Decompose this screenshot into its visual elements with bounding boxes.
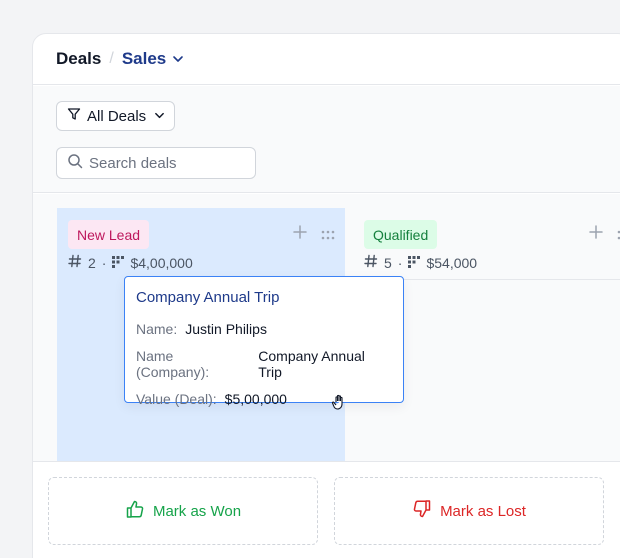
deal-title[interactable]: Company Annual Trip [136, 289, 392, 306]
column-meta: 5 · $54,000 [364, 254, 477, 271]
meta-separator: · [397, 254, 403, 271]
card-field: Value (Deal): $5,00,000 [136, 391, 392, 407]
currency-icon [112, 255, 125, 271]
thumbs-up-icon [125, 499, 153, 523]
meta-separator: · [101, 254, 107, 271]
search-input[interactable] [89, 154, 249, 172]
mark-as-lost-label: Mark as Lost [440, 502, 526, 520]
search-icon [67, 153, 83, 174]
mark-as-won-dropzone[interactable]: Mark as Won [48, 477, 318, 545]
deal-count: 2 [88, 254, 96, 271]
column-total: $4,00,000 [130, 254, 193, 271]
deal-outcome-bar: Mark as Won Mark as Lost [33, 461, 620, 558]
field-key: Name (Company): [136, 348, 210, 380]
field-value: Justin Philips [185, 321, 267, 337]
filter-bar: All Deals [33, 86, 620, 193]
column-header: Qualified 5 · $54,000 [353, 208, 620, 280]
chevron-down-icon[interactable] [172, 53, 184, 65]
column-header: New Lead 2 · $4,00,000 [57, 208, 345, 280]
field-value: $5,00,000 [224, 391, 287, 407]
mark-as-lost-dropzone[interactable]: Mark as Lost [334, 477, 604, 545]
column-label: New Lead [68, 220, 150, 249]
breadcrumb-root[interactable]: Deals [56, 49, 101, 69]
filter-label: All Deals [87, 107, 147, 125]
deal-count: 5 [384, 254, 392, 271]
column-total: $54,000 [426, 254, 478, 271]
breadcrumb-separator: / [109, 50, 114, 67]
field-value: Company Annual Trip [258, 348, 365, 380]
chevron-down-icon [154, 108, 165, 125]
column-meta: 2 · $4,00,000 [68, 254, 193, 271]
drag-handle-icon[interactable] [321, 227, 335, 245]
field-key: Value (Deal): [136, 391, 217, 407]
search-box[interactable] [56, 147, 256, 179]
plus-icon[interactable] [589, 225, 603, 244]
column-label: Qualified [364, 220, 438, 249]
hash-icon [364, 254, 378, 271]
filter-icon [67, 107, 81, 125]
grab-cursor-icon [331, 393, 349, 416]
top-bar: Deals / Sales [33, 34, 620, 85]
field-key: Name: [136, 321, 178, 337]
plus-icon[interactable] [293, 225, 307, 244]
pipeline-selector[interactable]: Sales [122, 49, 166, 69]
filter-dropdown[interactable]: All Deals [56, 101, 175, 131]
card-field: Name (Company): Company Annual Trip [136, 348, 392, 380]
currency-icon [408, 255, 421, 271]
hash-icon [68, 254, 82, 271]
card-field: Name: Justin Philips [136, 321, 392, 337]
mark-as-won-label: Mark as Won [152, 502, 242, 520]
deal-card-dragging[interactable]: Company Annual Trip Name: Justin Philips… [124, 276, 404, 407]
thumbs-down-icon [412, 499, 440, 523]
